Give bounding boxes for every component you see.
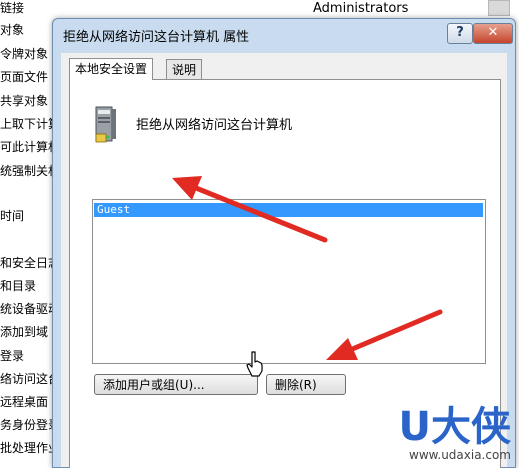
add-user-or-group-button[interactable]: 添加用户或组(U)...: [94, 374, 258, 395]
properties-dialog: 拒绝从网络访问这台计算机 属性 ? ✕ 本地安全设置 说明 拒绝从网络访问这台计…: [52, 18, 516, 468]
policy-list-item[interactable]: 统设备驱动: [0, 299, 60, 319]
policy-list-item[interactable]: 批处理作业: [0, 438, 60, 458]
policy-list-item[interactable]: 对象: [0, 20, 24, 40]
tab-local-security-setting[interactable]: 本地安全设置: [69, 58, 154, 80]
close-button[interactable]: ✕: [473, 23, 513, 44]
user-group-listbox[interactable]: Guest: [92, 199, 486, 364]
remove-button[interactable]: 删除(R): [266, 374, 346, 395]
watermark: U大侠 www.udaxia.com: [399, 406, 511, 462]
watermark-logo: U大侠: [398, 404, 511, 450]
policy-list-item[interactable]: 令牌对象: [0, 44, 48, 64]
hand-cursor-icon: [246, 351, 263, 377]
list-item[interactable]: Guest: [94, 203, 483, 217]
policy-list-item[interactable]: 统强制关机: [0, 161, 60, 181]
watermark-url: www.udaxia.com: [409, 448, 511, 462]
computer-icon: [95, 106, 116, 143]
policy-list-item[interactable]: 登录: [0, 346, 24, 366]
policy-list-item[interactable]: 可此计算机: [0, 137, 60, 157]
security-setting-value: Administrators: [313, 1, 409, 16]
policy-list-item[interactable]: 添加到域: [0, 322, 48, 342]
help-button[interactable]: ?: [447, 23, 473, 44]
policy-list-item[interactable]: 务身份登录: [0, 415, 60, 435]
scrollbar-thumb[interactable]: [488, 0, 510, 16]
policy-list-item[interactable]: 远程桌面: [0, 392, 48, 412]
policy-list-item[interactable]: 页面文件: [0, 67, 48, 87]
policy-list-item[interactable]: 上取下计算: [0, 114, 60, 134]
dialog-titlebar[interactable]: 拒绝从网络访问这台计算机 属性 ? ✕: [53, 19, 515, 49]
policy-list-item[interactable]: 和目录: [0, 276, 36, 296]
policy-list-item[interactable]: 共享对象: [0, 91, 48, 111]
policy-list-item[interactable]: 和安全日志: [0, 253, 60, 273]
tab-explain[interactable]: 说明: [166, 59, 203, 80]
policy-list-item[interactable]: 链接: [0, 0, 24, 18]
policy-list-item[interactable]: 络访问这台: [0, 369, 60, 389]
policy-list-item[interactable]: 时间: [0, 206, 24, 226]
dialog-title: 拒绝从网络访问这台计算机 属性: [63, 30, 250, 45]
policy-name: 拒绝从网络访问这台计算机: [136, 118, 293, 133]
